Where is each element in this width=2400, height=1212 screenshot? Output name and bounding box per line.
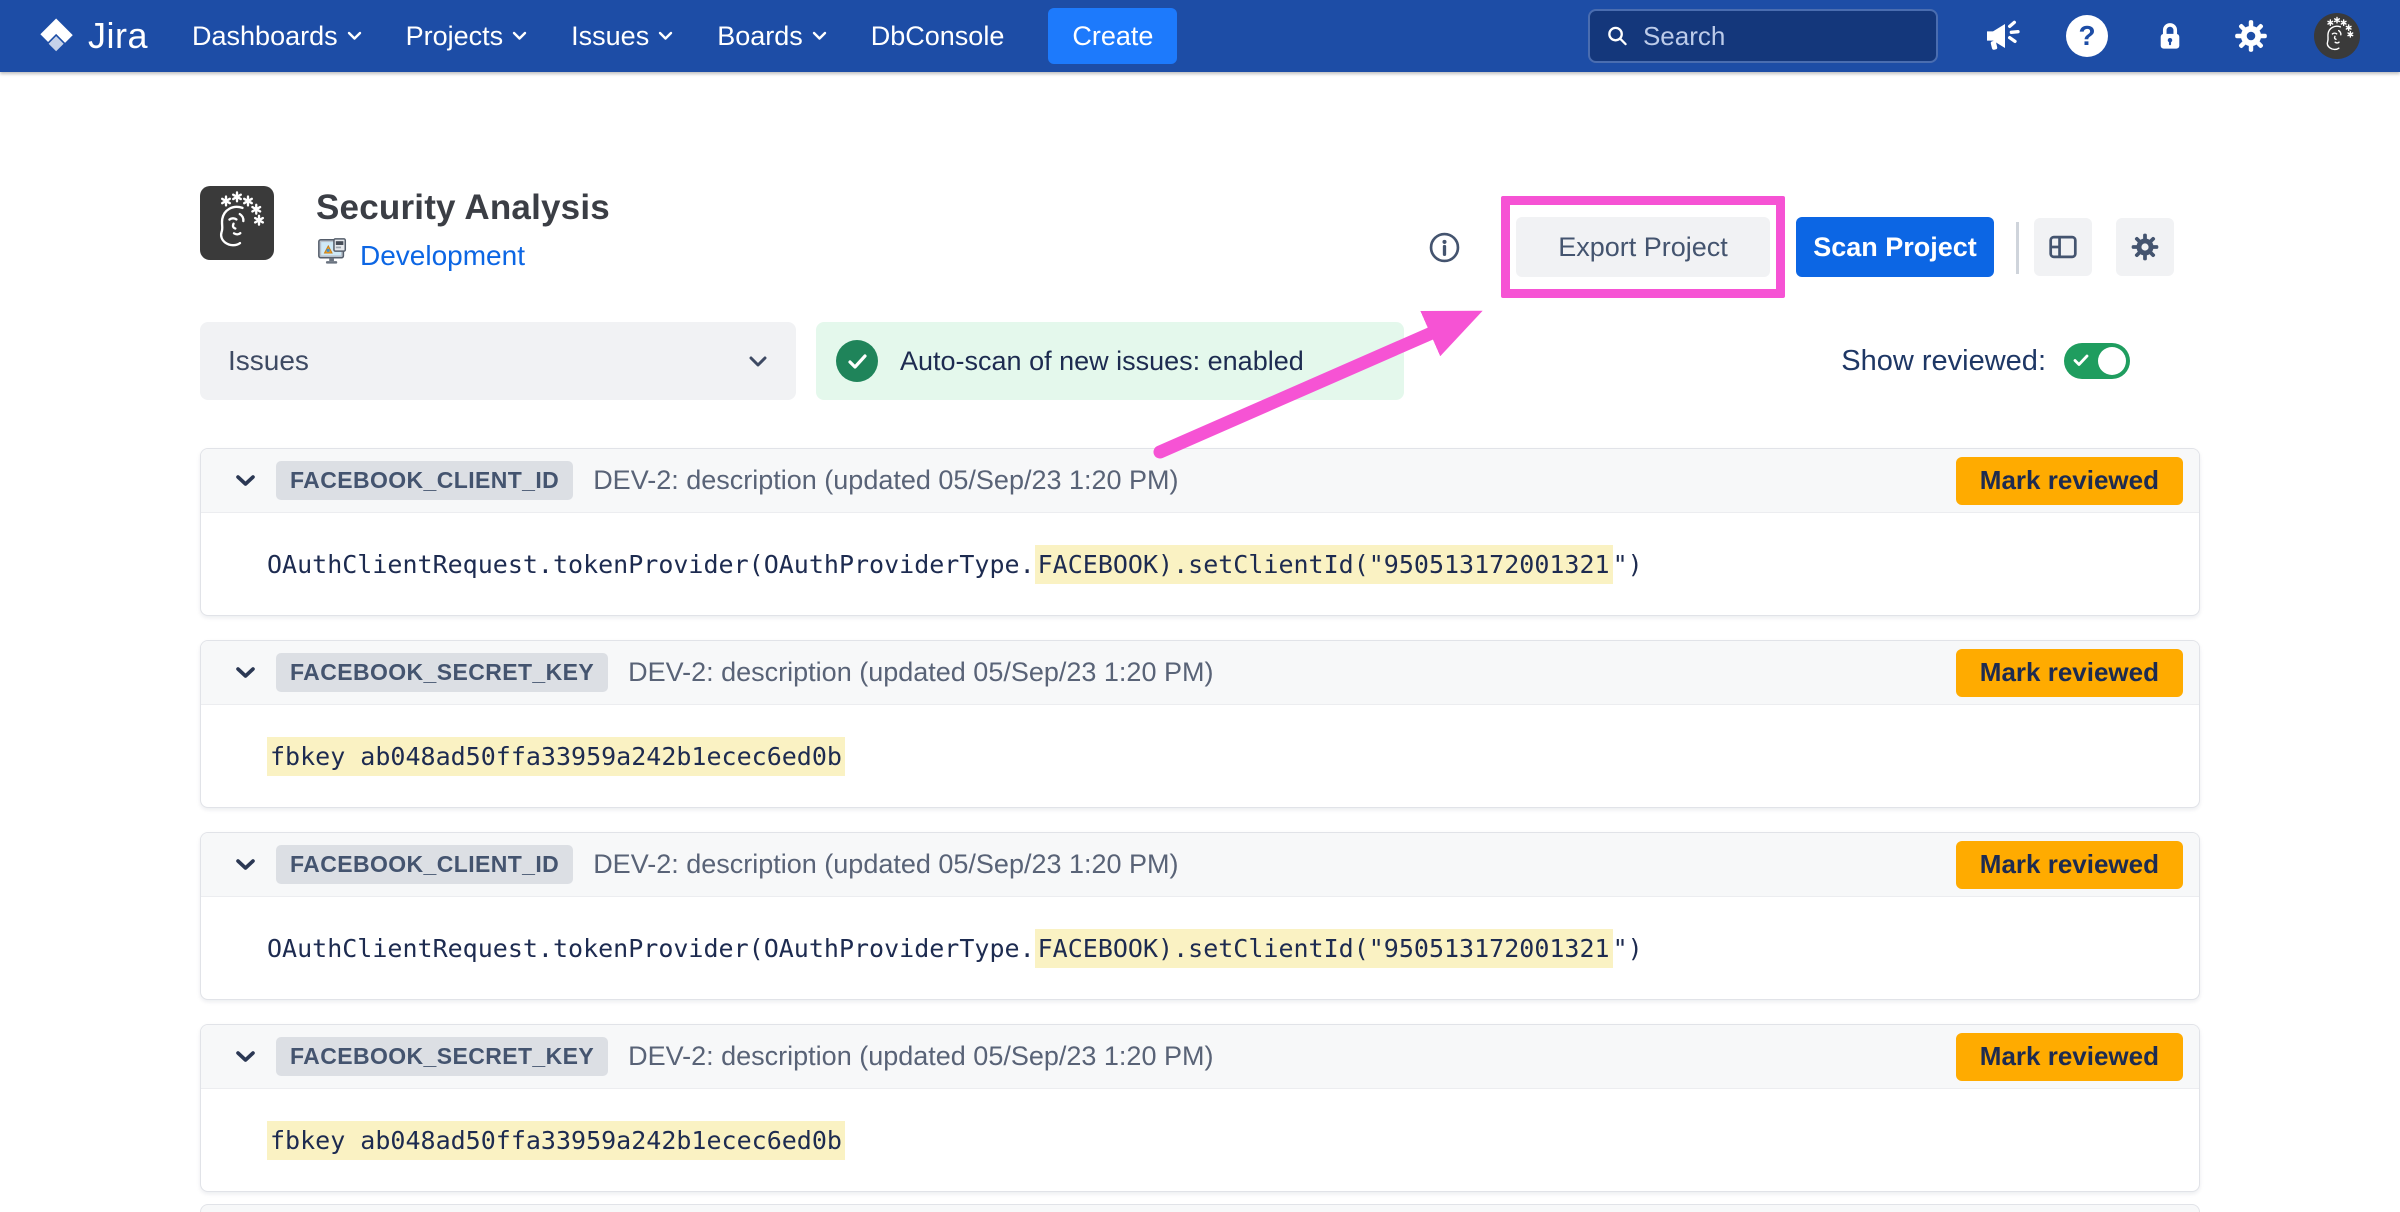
search-icon (1606, 23, 1629, 49)
card-header[interactable]: FACEBOOK_SECRET_KEY DEV-2: description (… (201, 1025, 2199, 1089)
gear-icon (2129, 231, 2161, 263)
jira-logo[interactable]: Jira (36, 15, 148, 57)
code-line: OAuthClientRequest.tokenProvider(OAuthPr… (267, 550, 1643, 579)
card-header[interactable]: FACEBOOK_SECRET_KEY DEV-2: description (… (201, 641, 2199, 705)
secret-highlight: fbkey ab048ad50ffa33959a242b1ecec6ed0b (267, 737, 845, 776)
search-input[interactable] (1643, 21, 1920, 52)
issues-filter-dropdown[interactable]: Issues (200, 322, 796, 400)
finding-card-partial (200, 1204, 2200, 1212)
card-header[interactable]: FACEBOOK_CLIENT_ID DEV-2: description (u… (201, 833, 2199, 897)
brand-name: Jira (88, 15, 148, 57)
collapse-chevron-icon[interactable] (235, 1050, 256, 1063)
collapse-chevron-icon[interactable] (235, 474, 256, 487)
finding-card: FACEBOOK_CLIENT_ID DEV-2: description (u… (200, 832, 2200, 1000)
chevron-down-icon (658, 31, 673, 41)
findings-list: FACEBOOK_CLIENT_ID DEV-2: description (u… (200, 448, 2200, 1212)
show-reviewed-toggle[interactable] (2064, 343, 2130, 379)
code-line: fbkey ab048ad50ffa33959a242b1ecec6ed0b (267, 742, 845, 771)
user-avatar[interactable] (2314, 13, 2360, 59)
announcement-icon[interactable] (1982, 16, 2022, 56)
secret-highlight: FACEBOOK).setClientId("950513172001321 (1035, 545, 1613, 584)
issue-summary: DEV-2: description (updated 05/Sep/23 1:… (593, 849, 1178, 880)
finding-type-badge: FACEBOOK_SECRET_KEY (276, 1037, 608, 1076)
issue-summary: DEV-2: description (updated 05/Sep/23 1:… (593, 465, 1178, 496)
secret-highlight: FACEBOOK).setClientId("950513172001321 (1035, 929, 1613, 968)
mark-reviewed-button[interactable]: Mark reviewed (1956, 841, 2183, 889)
nav-item-issues[interactable]: Issues (571, 21, 673, 52)
details-panel-icon (2047, 231, 2079, 263)
page-title: Security Analysis (316, 188, 610, 228)
jira-logo-mark-icon (36, 15, 78, 57)
chevron-down-icon (512, 31, 527, 41)
help-icon[interactable]: ? (2066, 15, 2108, 57)
chevron-down-icon (812, 31, 827, 41)
issue-summary: DEV-2: description (updated 05/Sep/23 1:… (628, 1041, 1213, 1072)
autoscan-banner-text: Auto-scan of new issues: enabled (900, 346, 1304, 377)
project-settings-button[interactable] (2116, 218, 2174, 276)
finding-snippet: fbkey ab048ad50ffa33959a242b1ecec6ed0b (201, 1089, 2199, 1192)
create-button[interactable]: Create (1048, 8, 1177, 64)
scan-project-button[interactable]: Scan Project (1796, 217, 1994, 277)
info-icon[interactable] (1428, 231, 1461, 269)
development-project-icon (316, 236, 350, 275)
lock-icon[interactable] (2152, 18, 2188, 54)
nav-item-dbconsole[interactable]: DbConsole (871, 21, 1005, 52)
code-line: fbkey ab048ad50ffa33959a242b1ecec6ed0b (267, 1126, 845, 1155)
finding-type-badge: FACEBOOK_SECRET_KEY (276, 653, 608, 692)
gear-icon[interactable] (2232, 17, 2270, 55)
jira-app: Jira Dashboards Projects Issues Boards (0, 0, 2400, 1212)
autoscan-banner: Auto-scan of new issues: enabled (816, 322, 1404, 400)
project-link[interactable]: Development (360, 240, 525, 272)
finding-snippet: OAuthClientRequest.tokenProvider(OAuthPr… (201, 513, 2199, 616)
toggle-knob (2098, 347, 2126, 375)
finding-card: FACEBOOK_CLIENT_ID DEV-2: description (u… (200, 448, 2200, 616)
finding-snippet: fbkey ab048ad50ffa33959a242b1ecec6ed0b (201, 705, 2199, 808)
mark-reviewed-button[interactable]: Mark reviewed (1956, 1033, 2183, 1081)
nav-item-dashboards[interactable]: Dashboards (192, 21, 362, 52)
nav-item-projects[interactable]: Projects (406, 21, 528, 52)
chevron-down-icon (347, 31, 362, 41)
details-panel-button[interactable] (2034, 218, 2092, 276)
finding-snippet: OAuthClientRequest.tokenProvider(OAuthPr… (201, 897, 2199, 1000)
card-header[interactable]: FACEBOOK_CLIENT_ID DEV-2: description (u… (201, 449, 2199, 513)
finding-type-badge: FACEBOOK_CLIENT_ID (276, 845, 573, 884)
chevron-down-icon (748, 355, 768, 368)
collapse-chevron-icon[interactable] (235, 858, 256, 871)
nav-item-boards[interactable]: Boards (717, 21, 827, 52)
issue-summary: DEV-2: description (updated 05/Sep/23 1:… (628, 657, 1213, 688)
code-line: OAuthClientRequest.tokenProvider(OAuthPr… (267, 934, 1643, 963)
export-project-button[interactable]: Export Project (1516, 217, 1770, 277)
finding-card: FACEBOOK_SECRET_KEY DEV-2: description (… (200, 1024, 2200, 1192)
breadcrumb: Development (316, 236, 525, 275)
mark-reviewed-button[interactable]: Mark reviewed (1956, 649, 2183, 697)
collapse-chevron-icon[interactable] (235, 666, 256, 679)
top-nav: Jira Dashboards Projects Issues Boards (0, 0, 2400, 72)
finding-card: FACEBOOK_SECRET_KEY DEV-2: description (… (200, 640, 2200, 808)
check-circle-icon (836, 340, 878, 382)
project-avatar (200, 186, 274, 260)
show-reviewed-control: Show reviewed: (1830, 322, 2130, 400)
check-icon (2073, 354, 2089, 367)
nav-menu: Dashboards Projects Issues Boards DbCons… (192, 21, 1004, 52)
secret-highlight: fbkey ab048ad50ffa33959a242b1ecec6ed0b (267, 1121, 845, 1160)
show-reviewed-label: Show reviewed: (1841, 345, 2046, 378)
finding-type-badge: FACEBOOK_CLIENT_ID (276, 461, 573, 500)
mark-reviewed-button[interactable]: Mark reviewed (1956, 457, 2183, 505)
toolbar-divider (2016, 222, 2019, 274)
dropdown-value: Issues (228, 345, 309, 377)
search-box (1588, 9, 1938, 63)
